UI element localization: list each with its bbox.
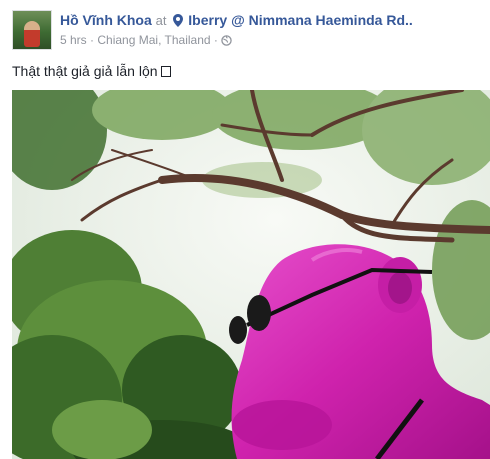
- post-meta: 5 hrs · Chiang Mai, Thailand ·: [60, 33, 232, 49]
- post-photo[interactable]: [12, 90, 490, 459]
- post-caption: Thật thật giả giả lẫn lộn: [12, 63, 171, 79]
- globe-icon[interactable]: [221, 35, 232, 49]
- missing-glyph-box: [160, 66, 171, 77]
- place-link[interactable]: Iberry @ Nimmana Haeminda Rd..: [188, 12, 413, 28]
- meta-separator: ·: [90, 33, 95, 47]
- post-title-line: Hồ Vĩnh Khoa at Iberry @ Nimmana Haemind…: [60, 12, 413, 30]
- post-location-link[interactable]: Chiang Mai, Thailand: [97, 33, 210, 47]
- post-header: Hồ Vĩnh Khoa at Iberry @ Nimmana Haemind…: [12, 10, 482, 50]
- map-pin-icon: [173, 14, 184, 30]
- post-time-link[interactable]: 5 hrs: [60, 33, 87, 47]
- caption-text: Thật thật giả giả lẫn lộn: [12, 63, 158, 79]
- author-name-link[interactable]: Hồ Vĩnh Khoa: [60, 12, 152, 28]
- meta-separator: ·: [213, 33, 218, 47]
- author-avatar[interactable]: [12, 10, 52, 50]
- at-text: at: [155, 13, 167, 28]
